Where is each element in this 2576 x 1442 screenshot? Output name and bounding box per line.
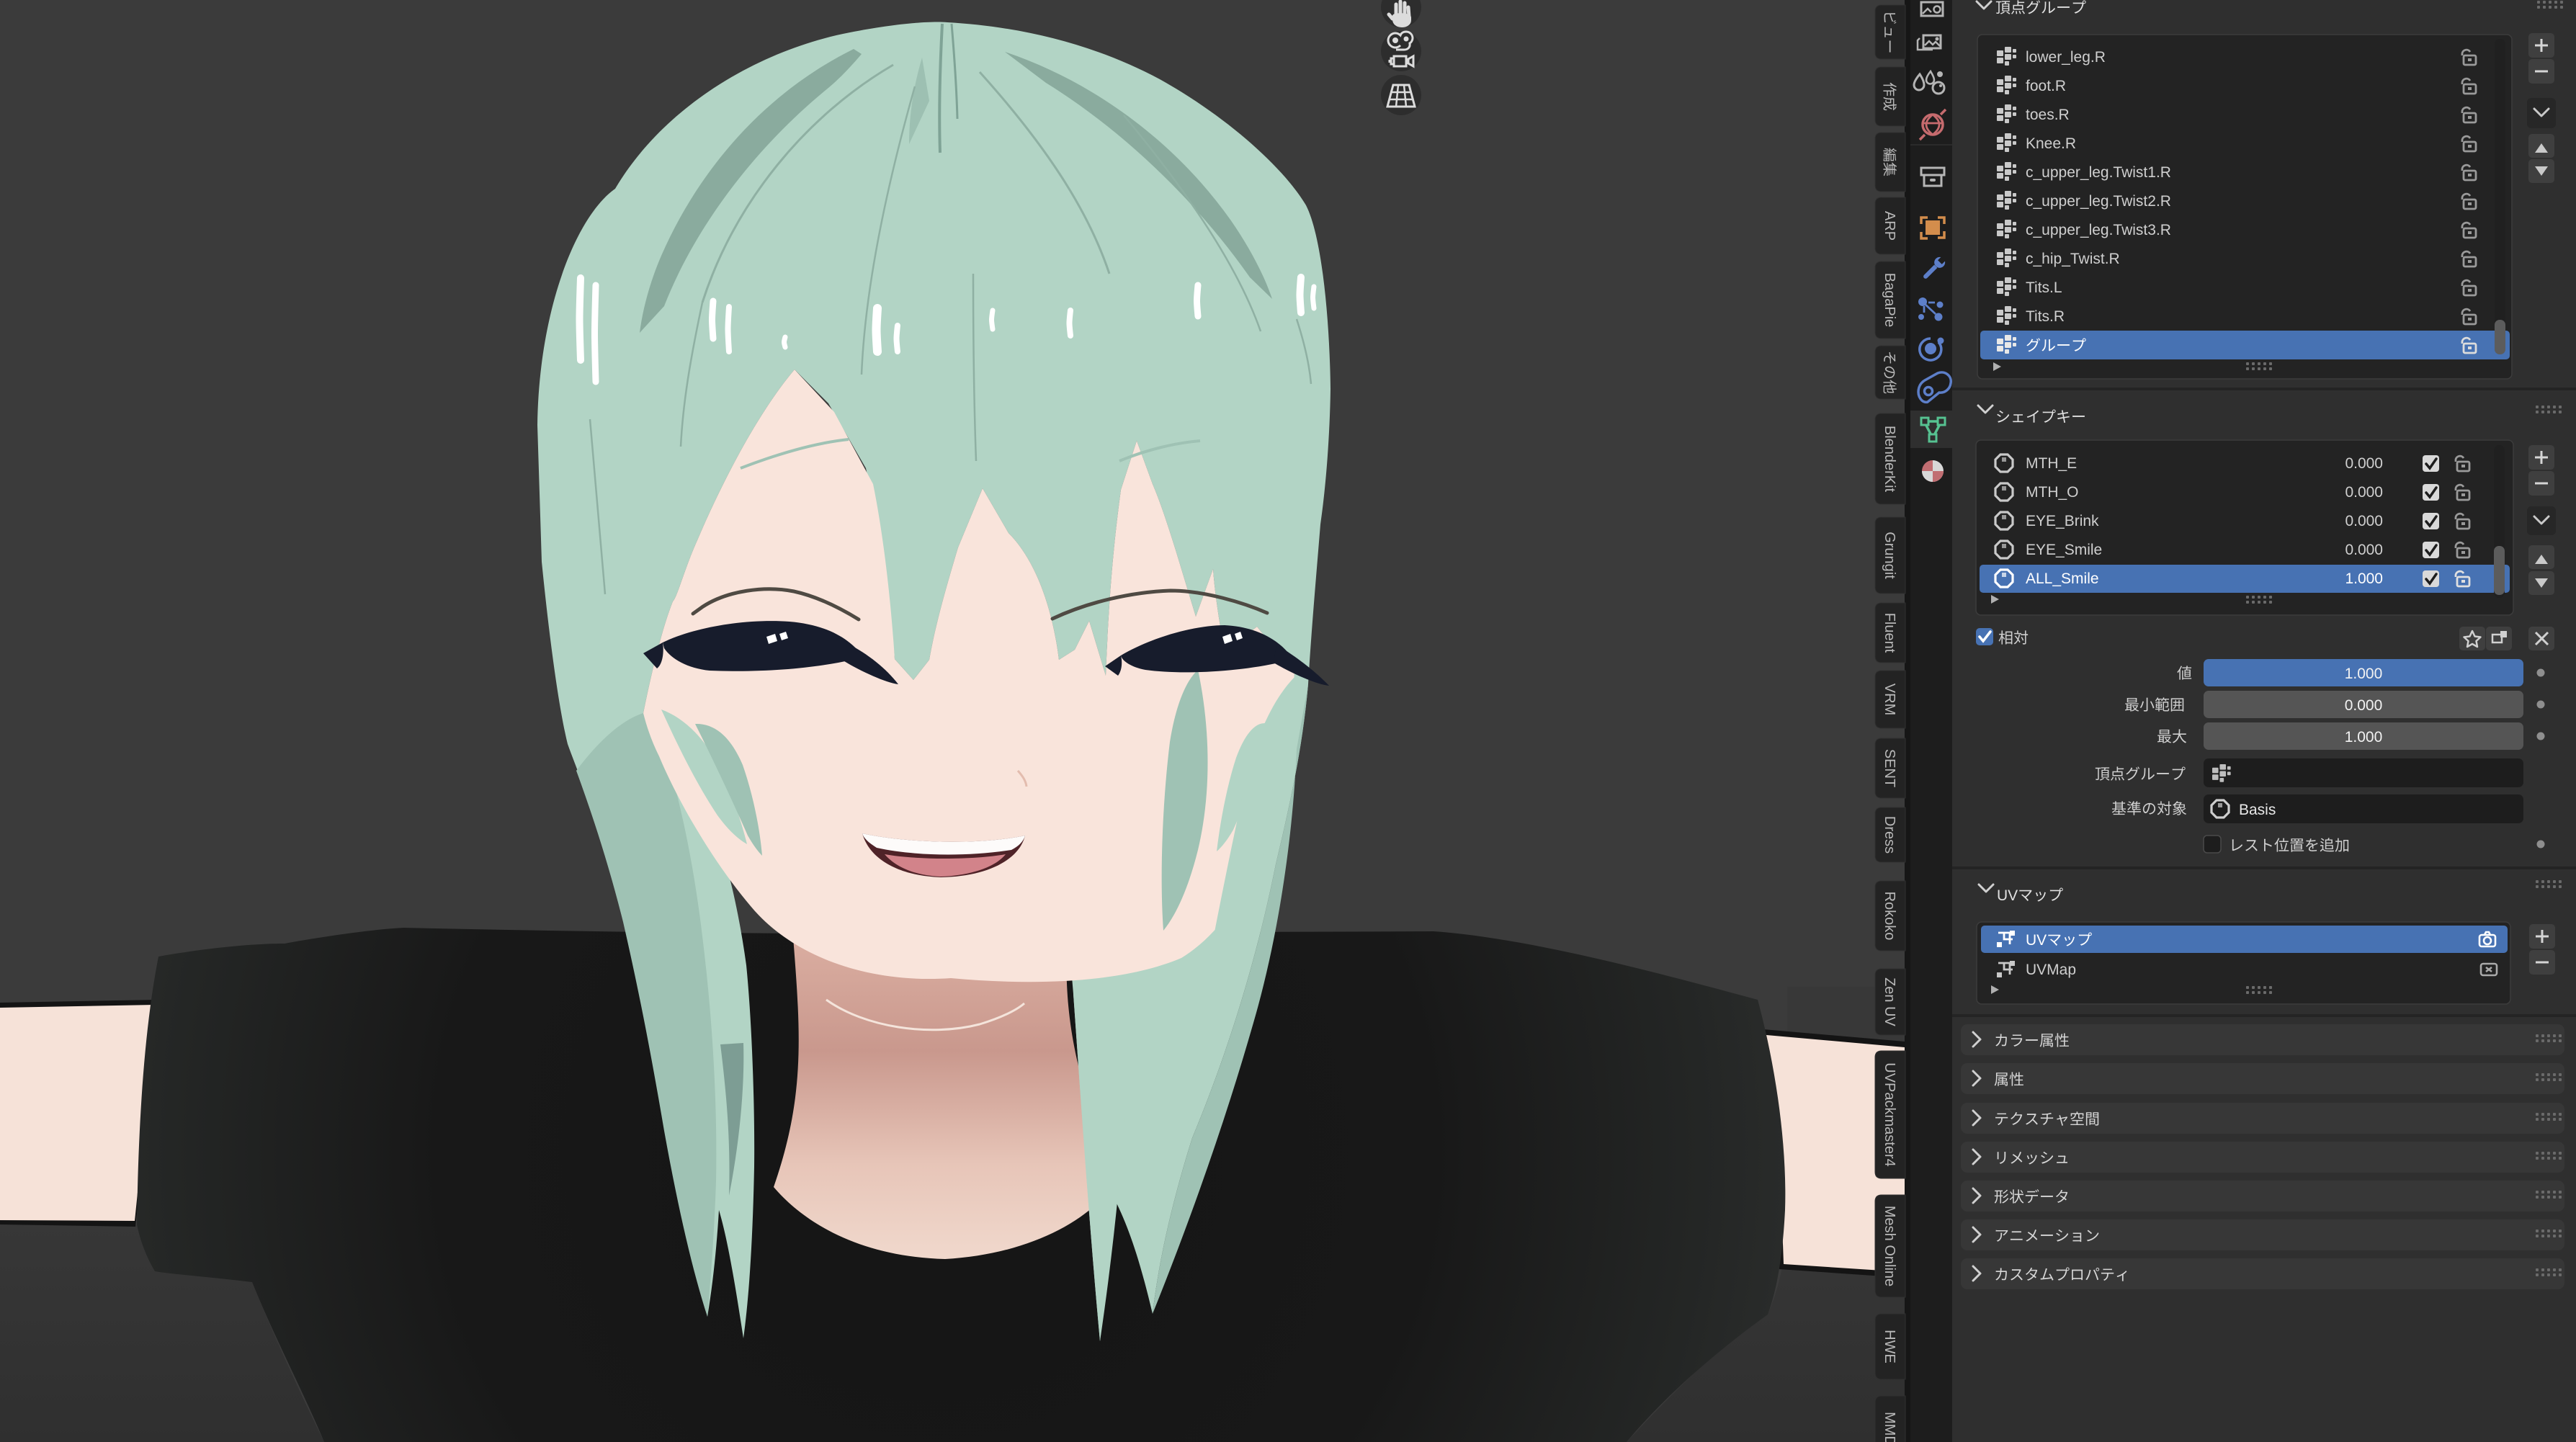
svg-text:1.000: 1.000 — [2345, 729, 2383, 745]
svg-text:toes.R: toes.R — [2026, 107, 2070, 123]
svg-text:Zen UV: Zen UV — [1882, 977, 1897, 1026]
svg-text:0.000: 0.000 — [2345, 484, 2383, 501]
svg-text:Mesh Online: Mesh Online — [1882, 1206, 1897, 1286]
svg-text:lower_leg.R: lower_leg.R — [2026, 49, 2106, 66]
svg-text:1.000: 1.000 — [2345, 666, 2383, 682]
svg-text:Tits.L: Tits.L — [2026, 279, 2062, 296]
svg-text:0.000: 0.000 — [2345, 455, 2383, 472]
svg-text:EYE_Smile: EYE_Smile — [2026, 542, 2102, 558]
svg-text:BlenderKit: BlenderKit — [1882, 426, 1897, 493]
svg-text:MTH_O: MTH_O — [2026, 484, 2079, 501]
svg-text:Fluent: Fluent — [1882, 613, 1897, 653]
svg-text:SENT: SENT — [1882, 749, 1897, 787]
svg-text:Rokoko: Rokoko — [1882, 892, 1897, 941]
svg-text:1.000: 1.000 — [2345, 570, 2383, 587]
svg-text:UV: UV — [2026, 932, 2047, 949]
svg-text:MMD: MMD — [1882, 1412, 1897, 1442]
svg-text:Grungit: Grungit — [1882, 532, 1897, 579]
svg-text:c_hip_Twist.R: c_hip_Twist.R — [2026, 251, 2120, 267]
svg-text:ALL_Smile: ALL_Smile — [2026, 570, 2099, 587]
svg-text:c_upper_leg.Twist1.R: c_upper_leg.Twist1.R — [2026, 164, 2171, 181]
svg-text:EYE_Brink: EYE_Brink — [2026, 513, 2099, 529]
svg-text:MTH_E: MTH_E — [2026, 455, 2077, 472]
svg-text:Dress: Dress — [1882, 816, 1897, 854]
svg-text:HWE: HWE — [1882, 1330, 1897, 1363]
svg-text:0.000: 0.000 — [2345, 513, 2383, 529]
svg-text:0.000: 0.000 — [2345, 542, 2383, 558]
svg-text:VRM: VRM — [1882, 684, 1897, 715]
svg-text:ARP: ARP — [1882, 211, 1897, 241]
svg-text:UVPackmaster4: UVPackmaster4 — [1882, 1062, 1897, 1167]
svg-text:BagaPie: BagaPie — [1882, 273, 1897, 328]
svg-text:UV: UV — [1997, 887, 2018, 904]
svg-text:c_upper_leg.Twist3.R: c_upper_leg.Twist3.R — [2026, 222, 2171, 238]
svg-text:c_upper_leg.Twist2.R: c_upper_leg.Twist2.R — [2026, 193, 2171, 210]
svg-text:foot.R: foot.R — [2026, 78, 2066, 94]
svg-text:Tits.R: Tits.R — [2026, 308, 2065, 325]
svg-text:0.000: 0.000 — [2345, 697, 2383, 714]
svg-text:Knee.R: Knee.R — [2026, 135, 2076, 152]
svg-text:UVMap: UVMap — [2026, 962, 2076, 978]
svg-text:Basis: Basis — [2239, 802, 2276, 818]
